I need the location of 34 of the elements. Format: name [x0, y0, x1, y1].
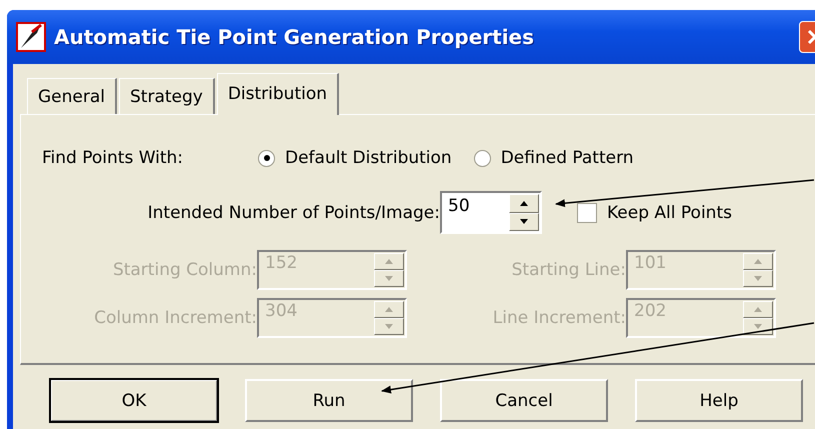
up-arrow-icon: [754, 259, 762, 264]
down-arrow-icon: [754, 276, 762, 281]
checkbox-label: Keep All Points: [607, 202, 732, 222]
up-arrow-icon: [754, 307, 762, 312]
field-label: Line Increment:: [492, 308, 626, 328]
radio-button[interactable]: [258, 150, 275, 166]
dialog-button[interactable]: Run: [245, 379, 413, 422]
down-arrow-icon: [754, 324, 762, 329]
checkbox[interactable]: [577, 202, 597, 222]
spin-down-button[interactable]: [743, 318, 773, 335]
spin-up-button[interactable]: [509, 194, 539, 212]
up-arrow-icon: [385, 259, 393, 264]
up-arrow-icon: [520, 200, 528, 206]
tab[interactable]: Strategy: [119, 78, 215, 114]
spin-down-button[interactable]: [509, 212, 539, 231]
down-arrow-icon: [385, 276, 393, 281]
field-label: Starting Line:: [510, 260, 626, 280]
tab[interactable]: Distribution: [216, 73, 340, 115]
field-label: Starting Column:: [112, 260, 257, 280]
dialog-button[interactable]: OK: [50, 379, 218, 422]
field-label: Intended Number of Points/Image:: [146, 202, 440, 222]
radio-button[interactable]: [474, 150, 491, 166]
field-label: Column Increment:: [93, 308, 257, 328]
up-arrow-icon: [385, 307, 393, 312]
radio-label: Default Distribution: [285, 148, 452, 168]
field-label: Find Points With:: [42, 148, 184, 168]
dialog-button[interactable]: Cancel: [440, 379, 608, 422]
down-arrow-icon: [385, 324, 393, 329]
window-title: Automatic Tie Point Generation Properties: [54, 25, 536, 49]
down-arrow-icon: [520, 219, 528, 224]
radio-label: Defined Pattern: [500, 148, 634, 168]
tab[interactable]: General: [27, 78, 117, 114]
app-icon: [16, 22, 46, 52]
dialog-button[interactable]: Help: [635, 379, 803, 422]
